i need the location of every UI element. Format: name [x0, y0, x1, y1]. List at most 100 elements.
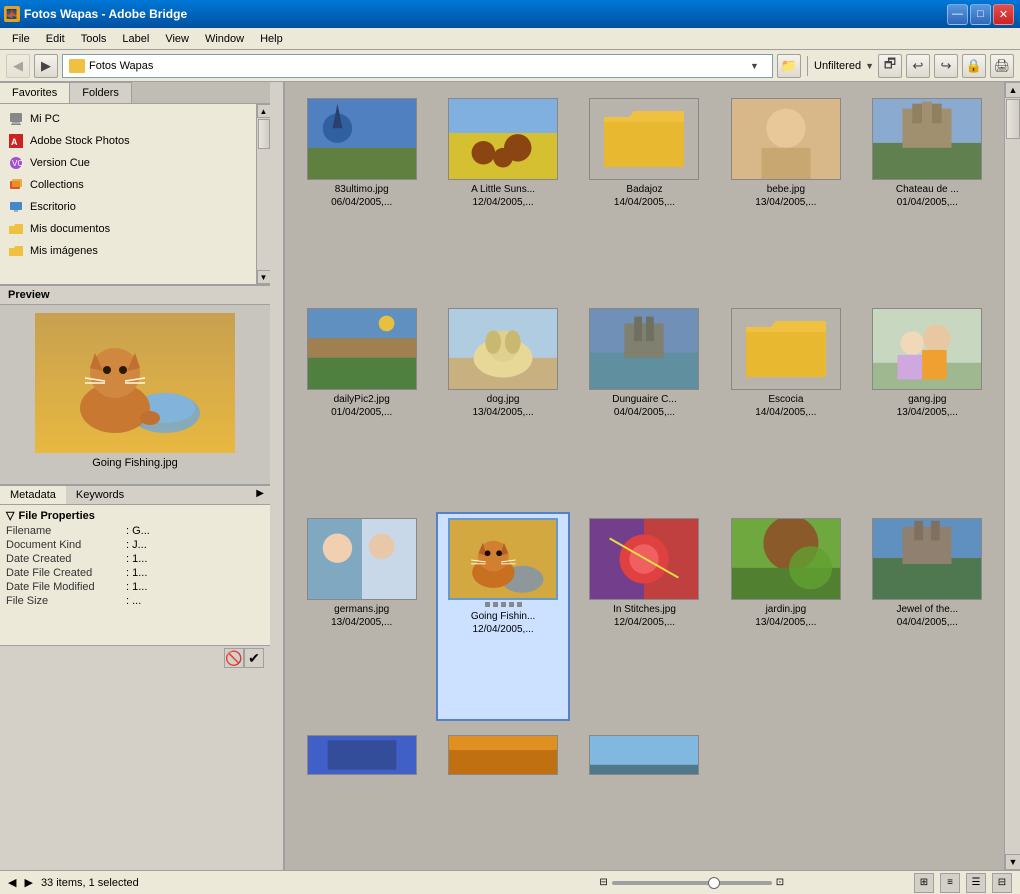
tab-folders[interactable]: Folders — [70, 82, 132, 103]
metadata-reject-button[interactable]: 🚫 — [224, 648, 244, 668]
menu-window[interactable]: Window — [197, 31, 252, 47]
left-scroll-thumb[interactable] — [258, 119, 270, 149]
collapse-icon: ▽ — [6, 509, 14, 522]
tab-metadata[interactable]: Metadata — [0, 486, 66, 504]
address-dropdown-icon[interactable]: ▼ — [750, 61, 766, 71]
back-button[interactable]: ◀ — [6, 54, 30, 78]
thumb-dog[interactable]: dog.jpg 13/04/2005,... — [436, 302, 569, 504]
datefilemod-value: : 1... — [126, 581, 264, 593]
slider-track[interactable] — [612, 881, 772, 885]
datefilecreated-label: Date File Created — [6, 567, 126, 579]
menu-file[interactable]: File — [4, 31, 38, 47]
menu-label[interactable]: Label — [114, 31, 157, 47]
thumb-jardin[interactable]: jardin.jpg 13/04/2005,... — [719, 512, 852, 721]
content-area: 83ultimo.jpg 06/04/2005,... — [285, 82, 1004, 870]
view-icons: ⊞ ≡ ☰ ⊟ — [914, 873, 1012, 893]
adobe-icon: A — [8, 133, 24, 149]
file-properties-header[interactable]: ▽ File Properties — [0, 507, 270, 524]
thumb-bebe[interactable]: bebe.jpg 13/04/2005,... — [719, 92, 852, 294]
folder-icon — [69, 59, 85, 73]
nav-back-icon[interactable]: ◀ — [8, 876, 16, 889]
list-view-button[interactable]: ≡ — [940, 873, 960, 893]
metadata-expand-button[interactable]: ▶ — [250, 486, 270, 504]
thumb-img-dailypic2 — [307, 308, 417, 390]
thumb-partial3[interactable] — [578, 729, 711, 860]
datecreated-label: Date Created — [6, 553, 126, 565]
filter-dropdown-icon[interactable]: ▼ — [865, 61, 874, 71]
fav-item-versioncue[interactable]: VC Version Cue — [0, 152, 256, 174]
menu-edit[interactable]: Edit — [38, 31, 73, 47]
undo-button[interactable]: ↩ — [906, 54, 930, 78]
scroll-down-button[interactable]: ▼ — [1005, 854, 1020, 870]
tab-favorites[interactable]: Favorites — [0, 82, 70, 103]
toolbar: ◀ ▶ Fotos Wapas ▼ 📁 Unfiltered ▼ 🗗 ↩ ↪ 🔒… — [0, 50, 1020, 82]
preview-content: Going Fishing.jpg — [0, 305, 270, 477]
thumb-escocia[interactable]: Escocia 14/04/2005,... — [719, 302, 852, 504]
thumb-institches[interactable]: In Stitches.jpg 12/04/2005,... — [578, 512, 711, 721]
thumb-img-sunflowers — [448, 98, 558, 180]
nav-forward-icon[interactable]: ▶ — [24, 876, 32, 889]
fav-item-misimg[interactable]: Mis imágenes — [0, 240, 256, 262]
thumb-dunguaire[interactable]: Dunguaire C... 04/04/2005,... — [578, 302, 711, 504]
tab-keywords[interactable]: Keywords — [66, 486, 134, 504]
new-window-button[interactable]: 🗗 — [878, 54, 902, 78]
thumb-chateau[interactable]: Chateau de ... 01/04/2005,... — [861, 92, 994, 294]
thumb-label-jewel: Jewel of the... 04/04/2005,... — [896, 603, 958, 629]
filmstrip-view-button[interactable]: ⊟ — [992, 873, 1012, 893]
left-scroll-up[interactable]: ▲ — [257, 104, 271, 118]
thumb-dailypic2[interactable]: dailyPic2.jpg 01/04/2005,... — [295, 302, 428, 504]
scroll-up-button[interactable]: ▲ — [1005, 82, 1020, 98]
slider-thumb[interactable] — [708, 877, 720, 889]
right-scrollbar: ▲ ▼ — [1004, 82, 1020, 870]
lock-button[interactable]: 🔒 — [962, 54, 986, 78]
minimize-button[interactable]: — — [947, 4, 968, 25]
fav-item-collections[interactable]: Collections — [0, 174, 256, 196]
thumb-83ultimo[interactable]: 83ultimo.jpg 06/04/2005,... — [295, 92, 428, 294]
thumb-partial2[interactable] — [436, 729, 569, 860]
fav-item-adobe[interactable]: A Adobe Stock Photos — [0, 130, 256, 152]
status-text: 33 items, 1 selected — [41, 877, 470, 889]
address-text[interactable]: Fotos Wapas — [89, 60, 746, 72]
status-bar: ◀ ▶ 33 items, 1 selected ⊟ ⊡ ⊞ ≡ ☰ ⊟ — [0, 870, 1020, 894]
thumb-badajoz[interactable]: Badajoz 14/04/2005,... — [578, 92, 711, 294]
thumb-germans[interactable]: germans.jpg 13/04/2005,... — [295, 512, 428, 721]
section-title: File Properties — [18, 510, 94, 522]
window-title: Fotos Wapas - Adobe Bridge — [24, 7, 187, 21]
browse-button[interactable]: 📁 — [777, 54, 801, 78]
zoom-square-icon: ⊡ — [776, 877, 784, 888]
metadata-content: ▽ File Properties Filename : G... Docume… — [0, 505, 270, 645]
thumb-gang[interactable]: gang.jpg 13/04/2005,... — [861, 302, 994, 504]
detail-view-button[interactable]: ☰ — [966, 873, 986, 893]
menu-help[interactable]: Help — [252, 31, 291, 47]
menu-tools[interactable]: Tools — [73, 31, 115, 47]
left-scroll-down[interactable]: ▼ — [257, 270, 271, 284]
metadata-doctype-row: Document Kind : J... — [0, 538, 270, 552]
address-bar: Fotos Wapas ▼ — [62, 54, 773, 78]
toolbar-separator — [807, 56, 808, 76]
metadata-apply-button[interactable]: ✔ — [244, 648, 264, 668]
thumb-partial1[interactable] — [295, 729, 428, 860]
thumb-sunflowers[interactable]: A Little Suns... 12/04/2005,... — [436, 92, 569, 294]
fav-item-escritorio[interactable]: Escritorio — [0, 196, 256, 218]
title-bar: 🌉 Fotos Wapas - Adobe Bridge — □ ✕ — [0, 0, 1020, 28]
close-button[interactable]: ✕ — [993, 4, 1014, 25]
grid-view-button[interactable]: ⊞ — [914, 873, 934, 893]
redo-button[interactable]: ↪ — [934, 54, 958, 78]
thumb-label-escocia: Escocia 14/04/2005,... — [755, 393, 816, 419]
fav-item-mipc[interactable]: Mi PC — [0, 108, 256, 130]
thumb-img-institches — [589, 518, 699, 600]
thumb-goingfishing[interactable]: Going Fishin... 12/04/2005,... — [436, 512, 569, 721]
maximize-button[interactable]: □ — [970, 4, 991, 25]
main-area: Favorites Folders Mi PC — [0, 82, 1020, 870]
menu-view[interactable]: View — [157, 31, 197, 47]
thumb-img-bebe — [731, 98, 841, 180]
scroll-thumb[interactable] — [1006, 99, 1020, 139]
thumb-img-dunguaire — [589, 308, 699, 390]
print-button[interactable]: 🖨 — [990, 54, 1014, 78]
thumb-jewel[interactable]: Jewel of the... 04/04/2005,... — [861, 512, 994, 721]
desktop-icon — [8, 199, 24, 215]
forward-button[interactable]: ▶ — [34, 54, 58, 78]
thumb-img-partial2 — [448, 735, 558, 775]
metadata-panel: Metadata Keywords ▶ ▽ File Properties Fi… — [0, 484, 270, 670]
fav-item-misdoc[interactable]: Mis documentos — [0, 218, 256, 240]
